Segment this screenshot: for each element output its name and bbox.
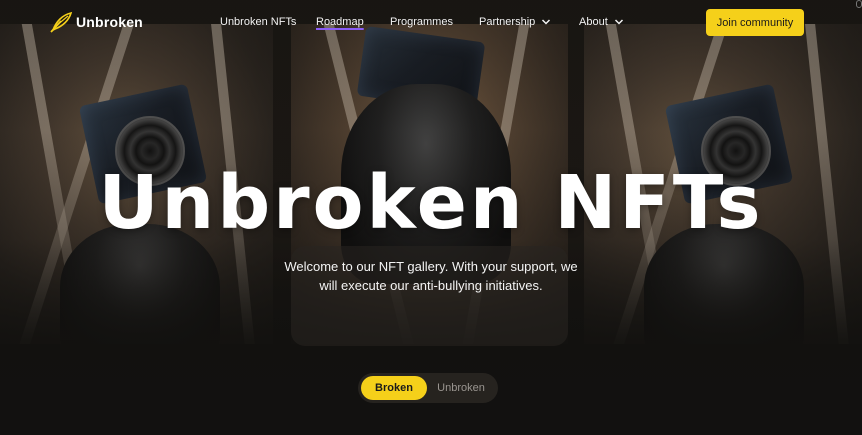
nav-link-unbroken-nfts[interactable]: Unbroken NFTs (220, 16, 296, 28)
toggle-unbroken[interactable]: Unbroken (427, 376, 495, 400)
scrollbar-thumb[interactable] (856, 0, 862, 8)
nav-link-label: Roadmap (316, 16, 364, 28)
hero-subtitle-line: will execute our anti-bullying initiativ… (319, 278, 543, 293)
brand-name: Unbroken (76, 14, 143, 30)
join-community-button[interactable]: Join community (706, 9, 804, 36)
nav-link-label: Unbroken NFTs (220, 16, 297, 28)
hero-title: Unbroken NFTs (98, 160, 764, 246)
nav-link-label: About (579, 16, 608, 28)
nav-link-roadmap[interactable]: Roadmap (316, 16, 364, 28)
brand-logo[interactable]: Unbroken (50, 11, 143, 33)
nav-link-partnership[interactable]: Partnership (479, 16, 551, 28)
feather-slash-icon (50, 11, 73, 33)
hero-section: Unbroken NFTs Welcome to our NFT gallery… (0, 0, 862, 435)
nav-link-about[interactable]: About (579, 16, 624, 28)
chevron-down-icon (542, 19, 551, 25)
nav-link-label: Partnership (479, 16, 536, 28)
broken-unbroken-toggle[interactable]: Broken Unbroken (358, 373, 498, 403)
hero-subtitle: Welcome to our NFT gallery. With your su… (251, 257, 611, 295)
chevron-down-icon (614, 19, 623, 25)
nav-link-programmes[interactable]: Programmes (390, 16, 453, 28)
hero-subtitle-line: Welcome to our NFT gallery. With your su… (284, 259, 578, 274)
top-navigation: Unbroken Unbroken NFTs Roadmap Programme… (0, 0, 862, 46)
nav-link-label: Programmes (390, 16, 453, 28)
toggle-broken[interactable]: Broken (361, 376, 427, 400)
